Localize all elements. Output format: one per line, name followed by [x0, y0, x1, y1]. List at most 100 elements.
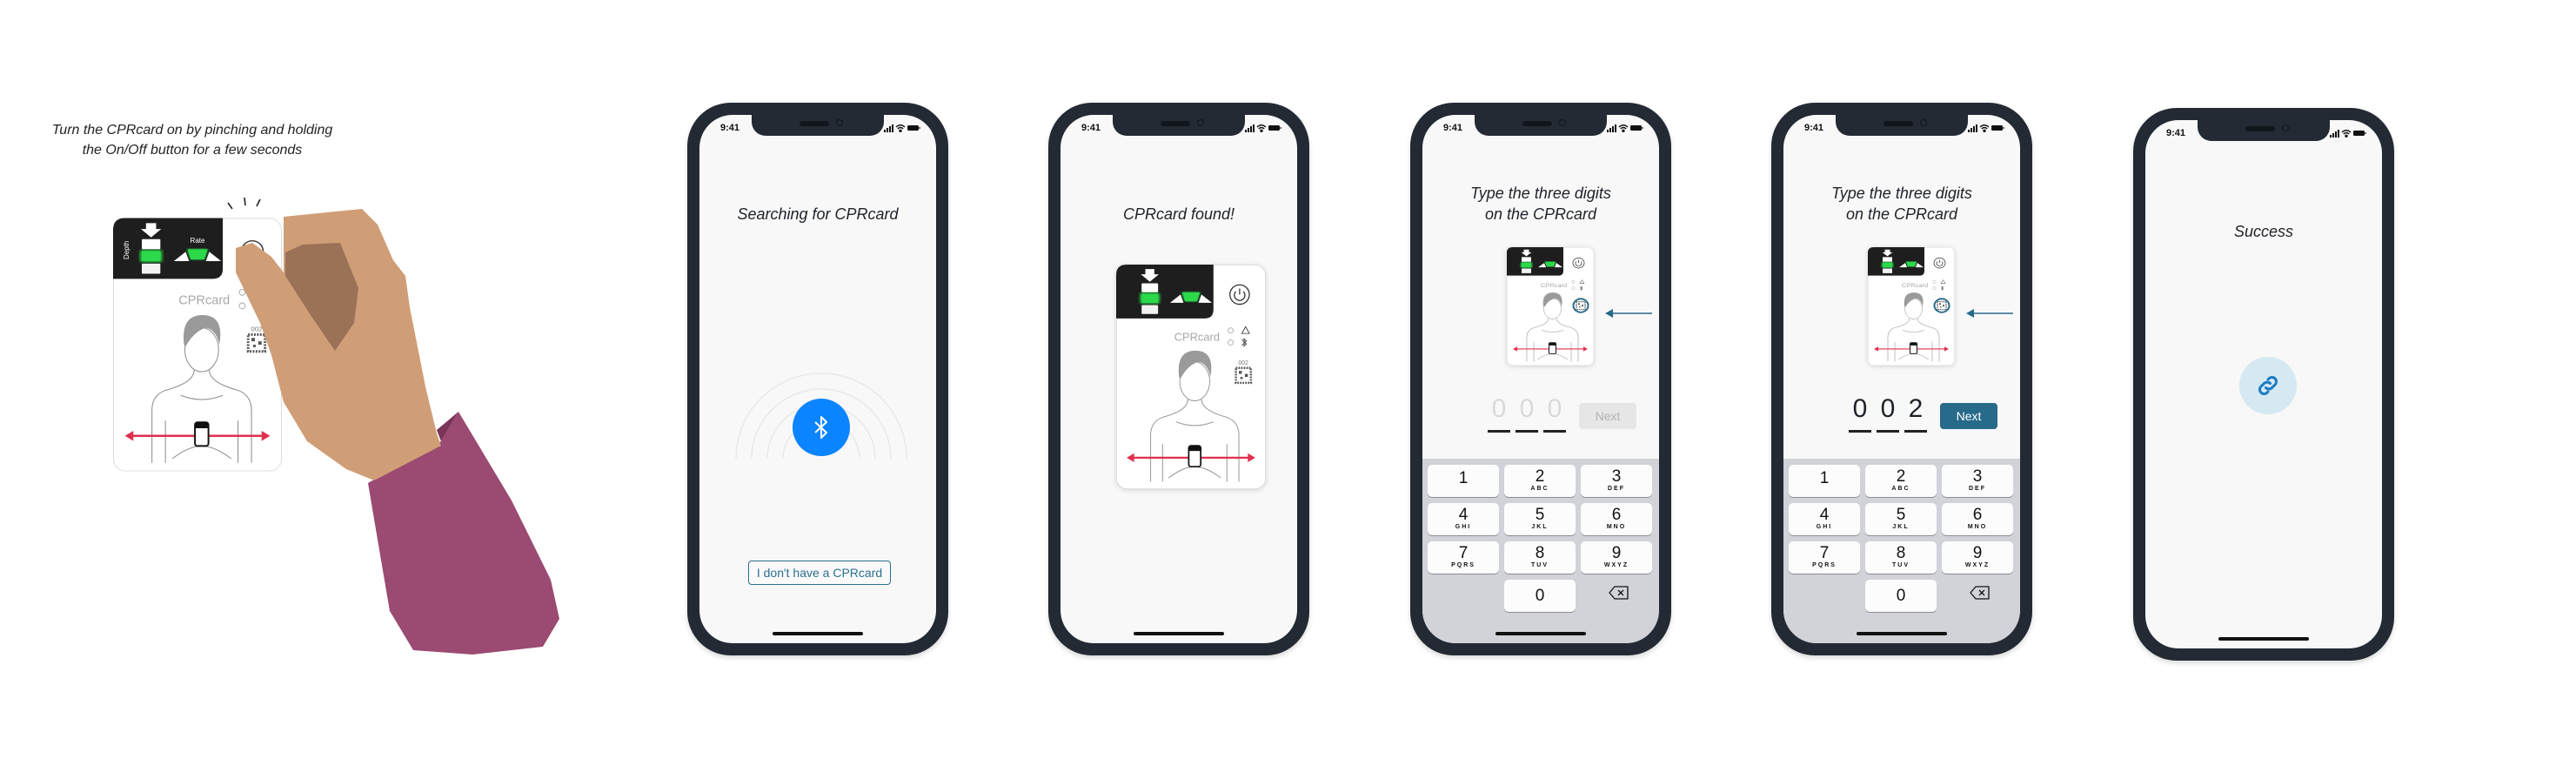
battery-icon	[1268, 125, 1281, 131]
keypad-key[interactable]: 1	[1428, 465, 1499, 497]
key-number: 3	[1972, 467, 1983, 486]
screen-title-line-2: on the CPRcard	[1484, 205, 1597, 223]
keypad-key[interactable]: 6 MNO	[1942, 503, 2013, 535]
screen-title-line-1: Type the three digits	[1831, 185, 1972, 202]
status-icons	[1968, 124, 2004, 132]
cprcard-image	[1507, 247, 1594, 366]
key-number: 5	[1896, 506, 1906, 524]
next-button[interactable]: Next	[1579, 403, 1636, 429]
speaker	[2245, 126, 2275, 131]
keypad-key[interactable]: 4 GHI	[1428, 503, 1499, 535]
keypad-key[interactable]: 3 DEF	[1942, 465, 2013, 497]
keypad-key[interactable]: 8 TUV	[1865, 541, 1937, 574]
keypad-key[interactable]: 5 JKL	[1504, 503, 1576, 535]
backspace-icon[interactable]	[1970, 586, 1991, 600]
key-letters: DEF	[1969, 486, 1986, 492]
digit-input-1[interactable]: 0	[1849, 394, 1871, 424]
status-icons	[1245, 124, 1281, 132]
next-button[interactable]: Next	[1940, 403, 1997, 429]
speaker	[1522, 121, 1552, 126]
screen-title: CPRcard found!	[1122, 205, 1235, 223]
keypad-key[interactable]: 9 WXYZ	[1581, 541, 1652, 574]
camera	[2282, 124, 2289, 131]
cprcard-image	[1868, 247, 1955, 366]
key-letters: MNO	[1967, 524, 1988, 530]
key-letters: MNO	[1606, 524, 1627, 530]
battery-icon	[1991, 125, 2004, 131]
phone-enter-digits-filled: 9:41 Type the three digits on the CPRcar…	[1771, 103, 2032, 655]
home-indicator[interactable]	[1857, 632, 1947, 635]
notch	[1836, 115, 1968, 136]
camera	[1559, 119, 1566, 126]
phone-searching: 9:41 Searching for CPRcard I don't have …	[687, 103, 948, 655]
digit-input-3[interactable]: 2	[1904, 394, 1927, 424]
key-number: 4	[1458, 506, 1469, 524]
home-indicator[interactable]	[773, 632, 863, 635]
key-number: 7	[1458, 544, 1469, 562]
home-indicator[interactable]	[1134, 632, 1224, 635]
pinch-indicator-icon	[227, 197, 261, 210]
key-letters: WXYZ	[1964, 562, 1991, 568]
digit-underline	[1877, 430, 1899, 433]
speaker	[1161, 121, 1190, 126]
speaker	[1883, 121, 1913, 126]
key-number: 6	[1972, 506, 1983, 524]
keypad-key[interactable]: 1	[1789, 465, 1860, 497]
arrow-left-icon	[1605, 309, 1652, 318]
notch	[2198, 120, 2330, 141]
battery-icon	[907, 125, 920, 131]
keypad-key[interactable]: 0	[1865, 580, 1937, 612]
keypad-key[interactable]: 9 WXYZ	[1942, 541, 2013, 574]
keypad-key[interactable]: 7 PQRS	[1428, 541, 1499, 574]
keypad-key[interactable]: 4 GHI	[1789, 503, 1860, 535]
wifi-icon	[1618, 124, 1629, 132]
key-letters: PQRS	[1812, 562, 1837, 568]
keypad-key[interactable]: 5 JKL	[1865, 503, 1937, 535]
status-icons	[1607, 124, 1643, 132]
status-time: 9:41	[1443, 123, 1463, 133]
keypad-key[interactable]: 2 ABC	[1865, 465, 1937, 497]
key-letters: TUV	[1531, 562, 1549, 568]
success-badge	[2239, 357, 2297, 414]
key-number: 6	[1611, 506, 1622, 524]
keypad-key[interactable]: 6 MNO	[1581, 503, 1652, 535]
camera	[1197, 119, 1204, 126]
keypad-key[interactable]: 8 TUV	[1504, 541, 1576, 574]
key-letters: PQRS	[1451, 562, 1475, 568]
backspace-icon[interactable]	[1609, 586, 1629, 600]
keypad-key[interactable]: 0	[1504, 580, 1576, 612]
arrow-left-icon	[1966, 309, 2013, 318]
keypad-key[interactable]: 3 DEF	[1581, 465, 1652, 497]
digit-input-1[interactable]: 0	[1488, 394, 1510, 424]
notch	[1475, 115, 1607, 136]
status-time: 9:41	[1804, 123, 1824, 133]
signal-icon	[1607, 124, 1616, 132]
numeric-keypad: 1 2 ABC 3 DEF 4 GHI 5 JKL 6 MNO 7 PQRS 8 TUV 9 WXYZ 0	[1422, 459, 1659, 643]
signal-icon	[884, 124, 893, 132]
home-indicator[interactable]	[2218, 637, 2309, 641]
keypad-key[interactable]: 2 ABC	[1504, 465, 1576, 497]
digit-input-2[interactable]: 0	[1877, 394, 1899, 424]
no-cprcard-button[interactable]: I don't have a CPRcard	[748, 561, 891, 585]
camera	[1920, 119, 1927, 126]
bluetooth-button[interactable]	[793, 399, 850, 456]
phone-enter-digits-empty: 9:41 Type the three digits on the CPRcar…	[1410, 103, 1671, 655]
home-indicator[interactable]	[1495, 632, 1586, 635]
keypad-key[interactable]: 7 PQRS	[1789, 541, 1860, 574]
link-icon	[2258, 376, 2278, 395]
screen-title-line-1: Type the three digits	[1470, 185, 1611, 202]
digit-input-2[interactable]: 0	[1515, 394, 1538, 424]
screen: 9:41 CPRcard found!	[1061, 115, 1297, 643]
numeric-keypad: 1 2 ABC 3 DEF 4 GHI 5 JKL 6 MNO 7 PQRS 8 TUV 9 WXYZ 0	[1783, 459, 2020, 643]
signal-icon	[2330, 130, 2339, 138]
status-icons	[2330, 130, 2366, 138]
digit-input-3[interactable]: 0	[1543, 394, 1566, 424]
screen: 9:41 Type the three digits on the CPRcar…	[1422, 115, 1659, 643]
phone-found: 9:41 CPRcard found!	[1048, 103, 1309, 655]
key-number: 3	[1611, 467, 1622, 486]
key-letters: JKL	[1892, 524, 1910, 530]
key-number: 4	[1819, 506, 1830, 524]
key-number: 9	[1972, 544, 1983, 562]
key-number: 8	[1535, 544, 1545, 562]
notch	[1113, 115, 1245, 136]
